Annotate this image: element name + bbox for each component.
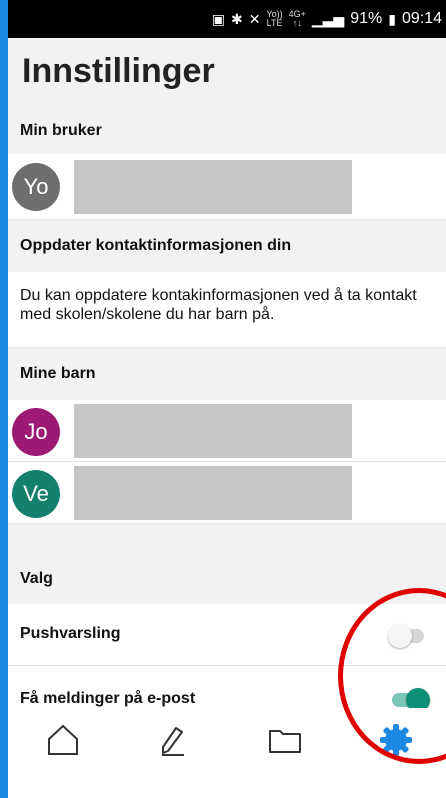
user-name-redacted (74, 160, 352, 214)
nav-home[interactable] (43, 720, 83, 760)
child-name-redacted (74, 466, 352, 520)
status-bar: ▣ ✱ ✕ Yo)) LTE 4G+ ↑↓ ▁▃▅ 91% ▮ 09:14 (8, 0, 446, 38)
battery-icon: ▮ (388, 10, 396, 27)
battery-percent: 91% (350, 10, 383, 27)
push-notification-label: Pushvarsling (20, 625, 121, 642)
email-notification-label: Få meldinger på e-post (20, 690, 196, 707)
child-avatar: Ve (12, 470, 60, 518)
child-row[interactable]: Ve (8, 462, 446, 524)
page-title: Innstillinger (22, 52, 215, 90)
signal-type-indicator: 4G+ ↑↓ (288, 9, 306, 28)
bluetooth-icon: ✱ (230, 10, 243, 27)
section-update-contact: Oppdater kontaktinformasjonen din (8, 220, 446, 272)
clock: 09:14 (401, 10, 442, 27)
edit-icon (162, 727, 184, 756)
nfc-icon: ▣ (211, 10, 225, 27)
section-my-user-label: Min bruker (20, 122, 102, 139)
user-row[interactable]: Yo (8, 154, 446, 220)
app-screen: ▣ ✱ ✕ Yo)) LTE 4G+ ↑↓ ▁▃▅ 91% ▮ 09:14 In… (8, 0, 446, 798)
child-name-redacted (74, 404, 352, 458)
folder-icon (269, 730, 301, 753)
mute-icon: ✕ (248, 10, 261, 27)
section-my-children-label: Mine barn (20, 365, 96, 382)
section-my-user: Min bruker (8, 108, 446, 154)
signal-icon: ▁▃▅ (311, 10, 345, 27)
child-avatar: Jo (12, 408, 60, 456)
nav-files[interactable] (265, 720, 305, 760)
section-my-children: Mine barn (8, 348, 446, 400)
user-avatar: Yo (12, 163, 60, 211)
section-update-contact-label: Oppdater kontaktinformasjonen din (20, 237, 292, 254)
network-indicator: Yo)) LTE (266, 9, 283, 28)
nav-compose[interactable] (153, 720, 193, 760)
home-icon (48, 724, 78, 755)
contact-info-text: Du kan oppdatere kontakinformasjonen ved… (20, 287, 417, 323)
section-options: Valg (8, 554, 446, 604)
section-options-label: Valg (20, 570, 53, 587)
child-row[interactable]: Jo (8, 400, 446, 462)
